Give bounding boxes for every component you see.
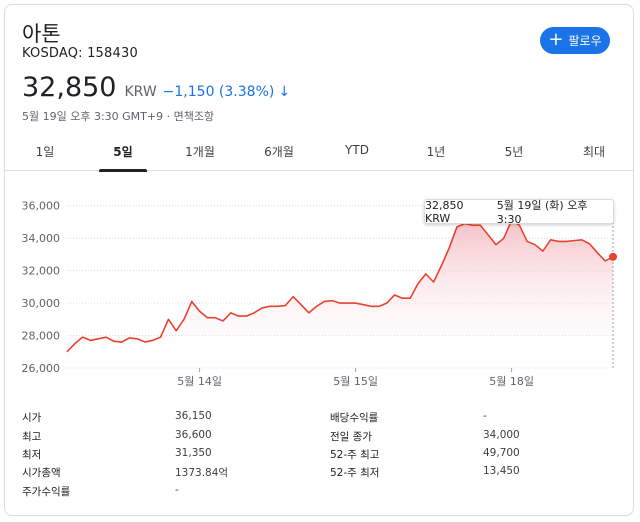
y-tick-label: 28,000 [22,330,61,343]
stat-label: 배당수익률 [330,412,379,424]
currency: KRW [124,84,157,100]
stat-label: 52-주 최저 [330,467,380,479]
stat-value: 34,000 [483,429,520,441]
stat-value: - [175,484,179,496]
stat-value: 31,350 [175,447,212,459]
stat-value: - [483,410,487,422]
stat-value: 36,600 [175,429,212,441]
company-name: 아톤 [22,22,61,46]
ticker-symbol: KOSDAQ: 158430 [22,46,138,61]
x-tick-label: 5월 14일 [177,374,222,388]
tooltip-price: 32,850 KRW [425,198,464,225]
active-tab-indicator [99,169,147,172]
tab-1d[interactable]: 1일 [36,143,55,160]
follow-label: 팔로우 [568,34,602,48]
tab-1m[interactable]: 1개월 [185,143,215,160]
tab-1y[interactable]: 1년 [427,143,446,160]
tab-6m[interactable]: 6개월 [264,143,294,160]
x-tick-label: 5월 15일 [333,374,378,388]
range-tabs: 1일 5일 1개월 6개월 YTD 1년 5년 최대 [4,131,634,171]
tab-max[interactable]: 최대 [583,143,605,160]
stat-label: 시가 [22,412,42,424]
y-tick-label: 32,000 [22,265,61,278]
y-tick-label: 34,000 [22,232,61,245]
tab-5d[interactable]: 5일 [113,143,132,160]
y-tick-label: 36,000 [22,200,61,213]
stat-value: 49,700 [483,447,520,459]
tab-ytd[interactable]: YTD [345,143,369,157]
stat-value: 36,150 [175,410,212,422]
y-tick-label: 30,000 [22,297,61,310]
y-tick-label: 26,000 [22,362,61,375]
stat-label: 최고 [22,431,42,443]
quote-timestamp[interactable]: 5월 19일 오후 3:30 GMT+9 · 면책조항 [22,108,214,124]
x-tick-label: 5월 18일 [489,374,534,388]
price-row: 32,850 KRW −1,150 (3.38%) ↓ [22,72,290,103]
stat-label: 최저 [22,449,42,461]
arrow-down-icon: ↓ [278,84,291,100]
follow-button[interactable]: + 팔로우 [540,27,610,54]
chart-tooltip: 32,850 KRW 5월 19일 (화) 오후 3:30 [424,198,614,226]
stat-label: 52-주 최고 [330,449,380,461]
price-change: −1,150 (3.38%) [162,84,275,100]
last-price-dot [609,252,617,261]
plus-icon: + [548,28,564,50]
stat-label: 주가수익률 [22,486,71,498]
stat-value: 13,450 [483,465,520,477]
stat-value: 1373.84억 [175,467,229,479]
tab-5y[interactable]: 5년 [505,143,524,160]
tooltip-time: 5월 19일 (화) 오후 3:30 [496,199,588,226]
current-price: 32,850 [22,72,117,103]
stat-label: 시가총액 [22,467,61,479]
stat-label: 전일 종가 [330,431,372,443]
